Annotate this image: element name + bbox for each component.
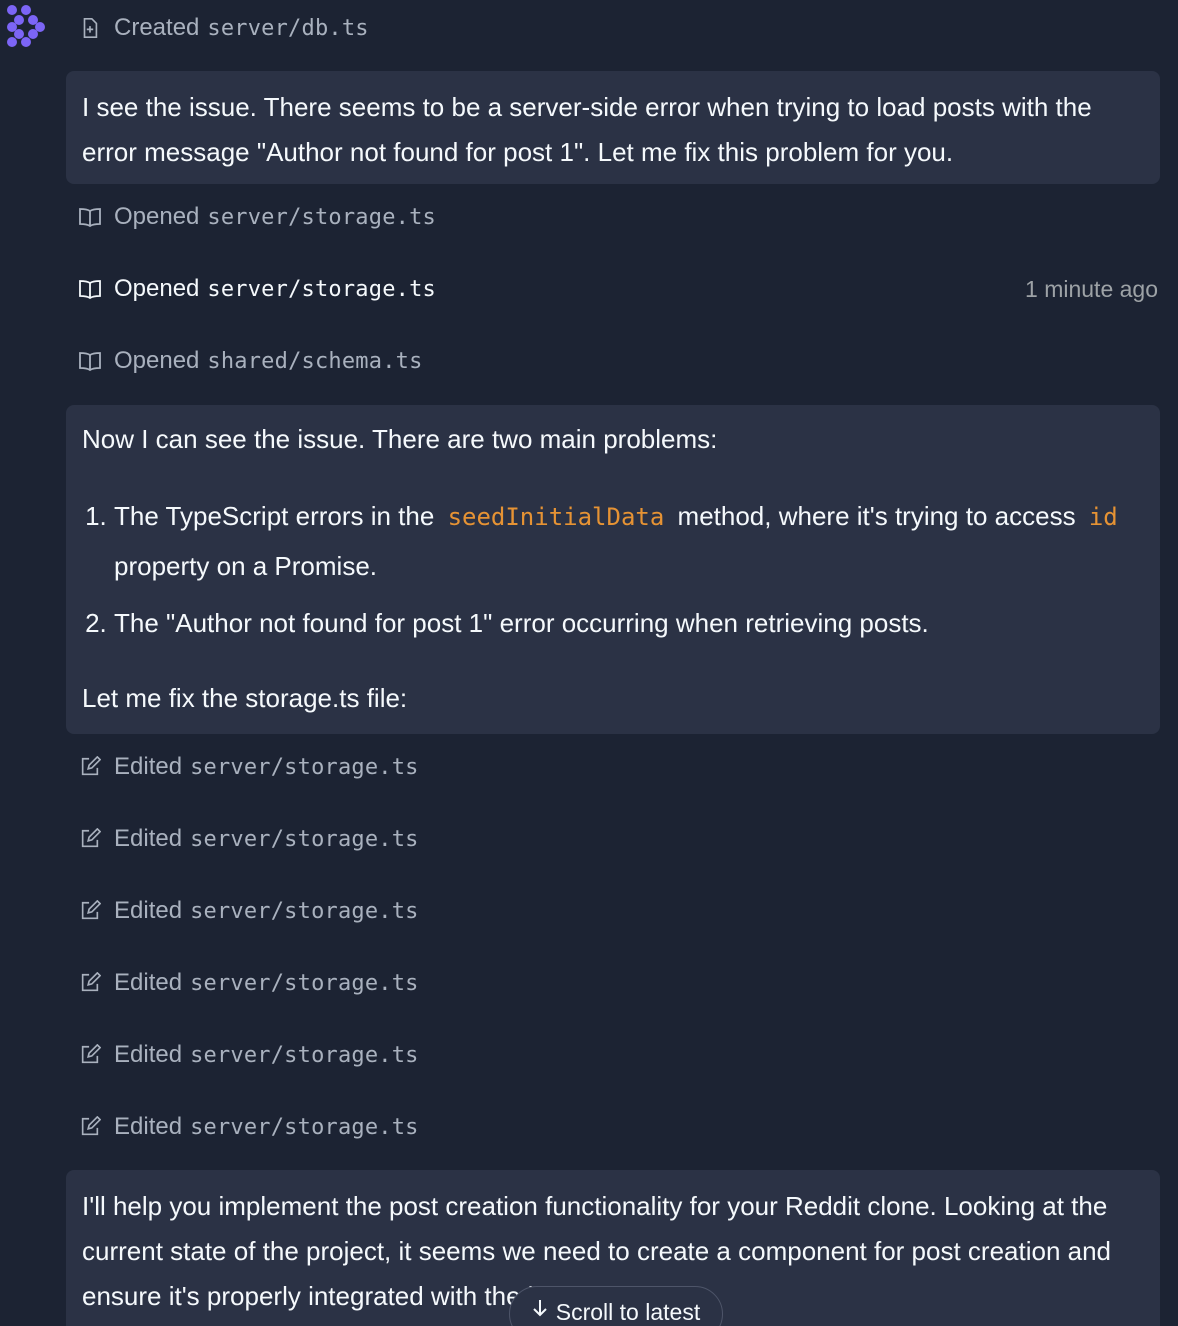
inline-code: seedInitialData: [447, 503, 665, 531]
edit-icon: [78, 827, 102, 851]
file-path: server/storage.ts: [190, 754, 419, 780]
scroll-to-latest-label: Scroll to latest: [555, 1299, 701, 1325]
log-verb: Opened: [114, 203, 200, 230]
log-row-opened[interactable]: Opened server/storage.ts 1 minute ago: [78, 269, 1160, 309]
log-verb: Edited: [114, 1113, 183, 1140]
scroll-to-latest-button[interactable]: Scroll to latest: [509, 1286, 723, 1326]
file-path: server/storage.ts: [190, 1114, 419, 1140]
file-plus-icon: [78, 16, 102, 40]
log-verb: Edited: [114, 1041, 183, 1068]
log-verb: Edited: [114, 969, 183, 996]
log-verb: Created: [114, 14, 200, 41]
file-path: server/storage.ts: [190, 970, 419, 996]
log-verb: Edited: [114, 753, 183, 780]
log-row-edited[interactable]: Edited server/storage.ts: [78, 891, 1160, 931]
log-verb: Opened: [114, 347, 200, 374]
timestamp: 1 minute ago: [1025, 275, 1158, 302]
log-verb: Edited: [114, 897, 183, 924]
log-row-edited[interactable]: Edited server/storage.ts: [78, 819, 1160, 859]
log-row-opened[interactable]: Opened server/storage.ts: [78, 197, 1160, 237]
file-path: server/storage.ts: [207, 276, 436, 302]
edit-icon: [78, 971, 102, 995]
list-item-text: property on a Promise.: [114, 551, 378, 581]
arrow-down-icon: [532, 1299, 548, 1323]
problem-list: The TypeScript errors in the seedInitial…: [82, 492, 1144, 648]
file-path: server/storage.ts: [190, 1042, 419, 1068]
log-row-edited[interactable]: Edited server/storage.ts: [78, 963, 1160, 1003]
edit-icon: [78, 899, 102, 923]
edit-icon: [78, 755, 102, 779]
assistant-message: I see the issue. There seems to be a ser…: [66, 71, 1160, 184]
log-verb: Edited: [114, 825, 183, 852]
list-item: The "Author not found for post 1" error …: [114, 599, 1144, 648]
log-verb: Opened: [114, 275, 200, 302]
file-path: server/db.ts: [207, 15, 369, 41]
log-row-edited[interactable]: Edited server/storage.ts: [78, 1107, 1160, 1147]
file-path: server/storage.ts: [190, 826, 419, 852]
list-item-text: method, where it's trying to access: [677, 501, 1076, 531]
log-row-edited[interactable]: Edited server/storage.ts: [78, 747, 1160, 787]
inline-code: id: [1088, 503, 1118, 531]
file-path: shared/schema.ts: [207, 348, 423, 374]
list-item-text: The TypeScript errors in the: [114, 501, 435, 531]
log-row-opened[interactable]: Opened shared/schema.ts: [78, 341, 1160, 381]
list-item-text: The "Author not found for post 1" error …: [114, 608, 929, 638]
book-open-icon: [78, 205, 102, 229]
message-outro: Let me fix the storage.ts file:: [82, 683, 408, 713]
log-row-created[interactable]: Created server/db.ts: [78, 8, 1160, 48]
book-open-icon: [78, 349, 102, 373]
assistant-message: Now I can see the issue. There are two m…: [66, 405, 1160, 734]
agent-logo-icon: [7, 5, 45, 47]
list-item: The TypeScript errors in the seedInitial…: [114, 492, 1144, 591]
edit-icon: [78, 1115, 102, 1139]
message-text: I see the issue. There seems to be a ser…: [82, 92, 1092, 167]
book-open-icon: [78, 277, 102, 301]
file-path: server/storage.ts: [190, 898, 419, 924]
log-row-edited[interactable]: Edited server/storage.ts: [78, 1035, 1160, 1075]
message-intro: Now I can see the issue. There are two m…: [82, 424, 718, 454]
file-path: server/storage.ts: [207, 204, 436, 230]
edit-icon: [78, 1043, 102, 1067]
